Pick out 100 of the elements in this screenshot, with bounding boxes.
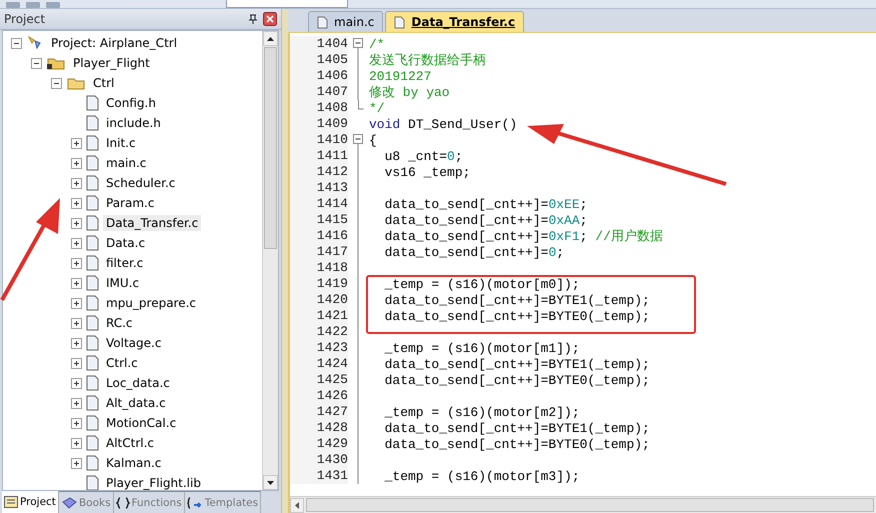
- tree-item[interactable]: AltCtrl.c: [103, 435, 158, 451]
- file-icon: [86, 135, 99, 151]
- code-line: data_to_send[_cnt++]=BYTE0(_temp);: [384, 436, 650, 452]
- file-icon: [86, 195, 99, 211]
- file-icon: [86, 95, 99, 111]
- line-number: 1428: [290, 420, 348, 436]
- tree-item[interactable]: Param.c: [103, 195, 158, 211]
- code-line: 修改 by yao: [369, 84, 450, 101]
- file-icon: [86, 355, 99, 371]
- file-icon: [86, 435, 99, 451]
- code-line: data_to_send[_cnt++]=0xAA;: [384, 212, 588, 228]
- tree-item[interactable]: include.h: [103, 115, 164, 131]
- line-number: 1422: [290, 324, 348, 340]
- expand-icon[interactable]: [71, 238, 82, 248]
- code-line: data_to_send[_cnt++]=BYTE1(_temp);: [384, 420, 650, 436]
- close-icon[interactable]: [263, 12, 277, 26]
- scroll-down-icon[interactable]: [267, 480, 274, 484]
- expand-icon[interactable]: [71, 158, 82, 168]
- tree-item[interactable]: Player_Flight: [70, 55, 153, 71]
- tree-item[interactable]: MotionCal.c: [103, 415, 180, 431]
- file-icon: [86, 415, 99, 431]
- line-number: 1418: [290, 260, 348, 276]
- tree-item[interactable]: mpu_prepare.c: [103, 295, 200, 311]
- expand-icon[interactable]: [71, 218, 82, 228]
- fold-toggle-icon[interactable]: [352, 36, 364, 52]
- expand-icon[interactable]: [71, 418, 82, 428]
- tree-item[interactable]: Ctrl: [90, 75, 118, 91]
- template-icon: [186, 496, 203, 508]
- line-number: 1424: [290, 356, 348, 372]
- line-number: 1430: [290, 452, 348, 468]
- expand-icon[interactable]: [71, 438, 82, 448]
- collapse-icon[interactable]: [31, 58, 42, 68]
- code-line: data_to_send[_cnt++]=0xEE;: [384, 196, 588, 212]
- file-icon: [86, 295, 99, 311]
- code-line: _temp = (s16)(motor[m0]);: [384, 276, 580, 292]
- line-number: 1404: [290, 36, 348, 52]
- tree-item[interactable]: main.c: [103, 155, 150, 171]
- file-icon: [86, 215, 99, 231]
- code-line: data_to_send[_cnt++]=BYTE1(_temp);: [384, 356, 650, 372]
- line-number: 1419: [290, 276, 348, 292]
- file-icon: [86, 275, 99, 291]
- expand-icon[interactable]: [71, 378, 82, 388]
- tree-item[interactable]: Config.h: [103, 95, 159, 111]
- expand-icon[interactable]: [71, 458, 82, 468]
- tree-item[interactable]: Player_Flight.lib: [103, 475, 204, 490]
- code-line: data_to_send[_cnt++]=BYTE1(_temp);: [384, 292, 650, 308]
- code-line: _temp = (s16)(motor[m1]);: [384, 340, 580, 356]
- expand-icon[interactable]: [71, 138, 82, 148]
- collapse-icon[interactable]: [51, 78, 62, 88]
- fold-toggle-icon[interactable]: [352, 132, 364, 148]
- line-number: 1415: [290, 212, 348, 228]
- expand-icon[interactable]: [71, 198, 82, 208]
- expand-icon[interactable]: [71, 358, 82, 368]
- line-number: 1412: [290, 164, 348, 180]
- file-icon: [86, 115, 99, 131]
- tree-item[interactable]: Voltage.c: [103, 335, 164, 351]
- expand-icon[interactable]: [71, 338, 82, 348]
- pin-icon[interactable]: [249, 14, 257, 24]
- tree-item[interactable]: Project: Airplane_Ctrl: [48, 35, 180, 51]
- tree-item[interactable]: Ctrl.c: [103, 355, 141, 371]
- tree-item[interactable]: filter.c: [103, 255, 146, 271]
- panel-tab[interactable]: Project: [2, 491, 59, 513]
- scroll-left-icon[interactable]: [295, 502, 299, 508]
- line-number: 1425: [290, 372, 348, 388]
- line-number: 1423: [290, 340, 348, 356]
- tree-item[interactable]: Kalman.c: [103, 455, 164, 471]
- collapse-icon[interactable]: [11, 38, 22, 48]
- expand-icon[interactable]: [71, 258, 82, 268]
- tree-item[interactable]: IMU.c: [103, 275, 142, 291]
- expand-icon[interactable]: [71, 298, 82, 308]
- line-number: 1409: [290, 116, 348, 132]
- line-number: 1405: [290, 52, 348, 68]
- file-tab[interactable]: main.c: [308, 11, 384, 32]
- file-icon: [86, 335, 99, 351]
- scroll-up-icon[interactable]: [267, 36, 274, 40]
- code-line: void DT_Send_User(): [369, 116, 518, 132]
- tree-item[interactable]: RC.c: [103, 315, 136, 331]
- tree-item[interactable]: Scheduler.c: [103, 175, 178, 191]
- file-tab[interactable]: Data_Transfer.c: [385, 11, 524, 32]
- file-icon: [86, 475, 99, 490]
- file-icon: [86, 455, 99, 471]
- expand-icon[interactable]: [71, 318, 82, 328]
- line-number: 1429: [290, 436, 348, 452]
- tree-item[interactable]: Alt_data.c: [103, 395, 169, 411]
- expand-icon[interactable]: [71, 398, 82, 408]
- file-icon: [86, 175, 99, 191]
- file-icon: [394, 16, 406, 28]
- tree-item[interactable]: Data_Transfer.c: [103, 215, 202, 231]
- line-number: 1408: [290, 100, 348, 116]
- expand-icon[interactable]: [71, 278, 82, 288]
- tree-item[interactable]: Loc_data.c: [103, 375, 173, 391]
- expand-icon[interactable]: [71, 178, 82, 188]
- tree-item[interactable]: Data.c: [103, 235, 148, 251]
- file-icon: [86, 395, 99, 411]
- code-line: {: [369, 132, 377, 148]
- file-icon: [86, 375, 99, 391]
- code-line: _temp = (s16)(motor[m3]);: [384, 468, 580, 484]
- book-icon: [60, 496, 77, 510]
- tree-item[interactable]: Init.c: [103, 135, 139, 151]
- file-icon: [317, 16, 328, 28]
